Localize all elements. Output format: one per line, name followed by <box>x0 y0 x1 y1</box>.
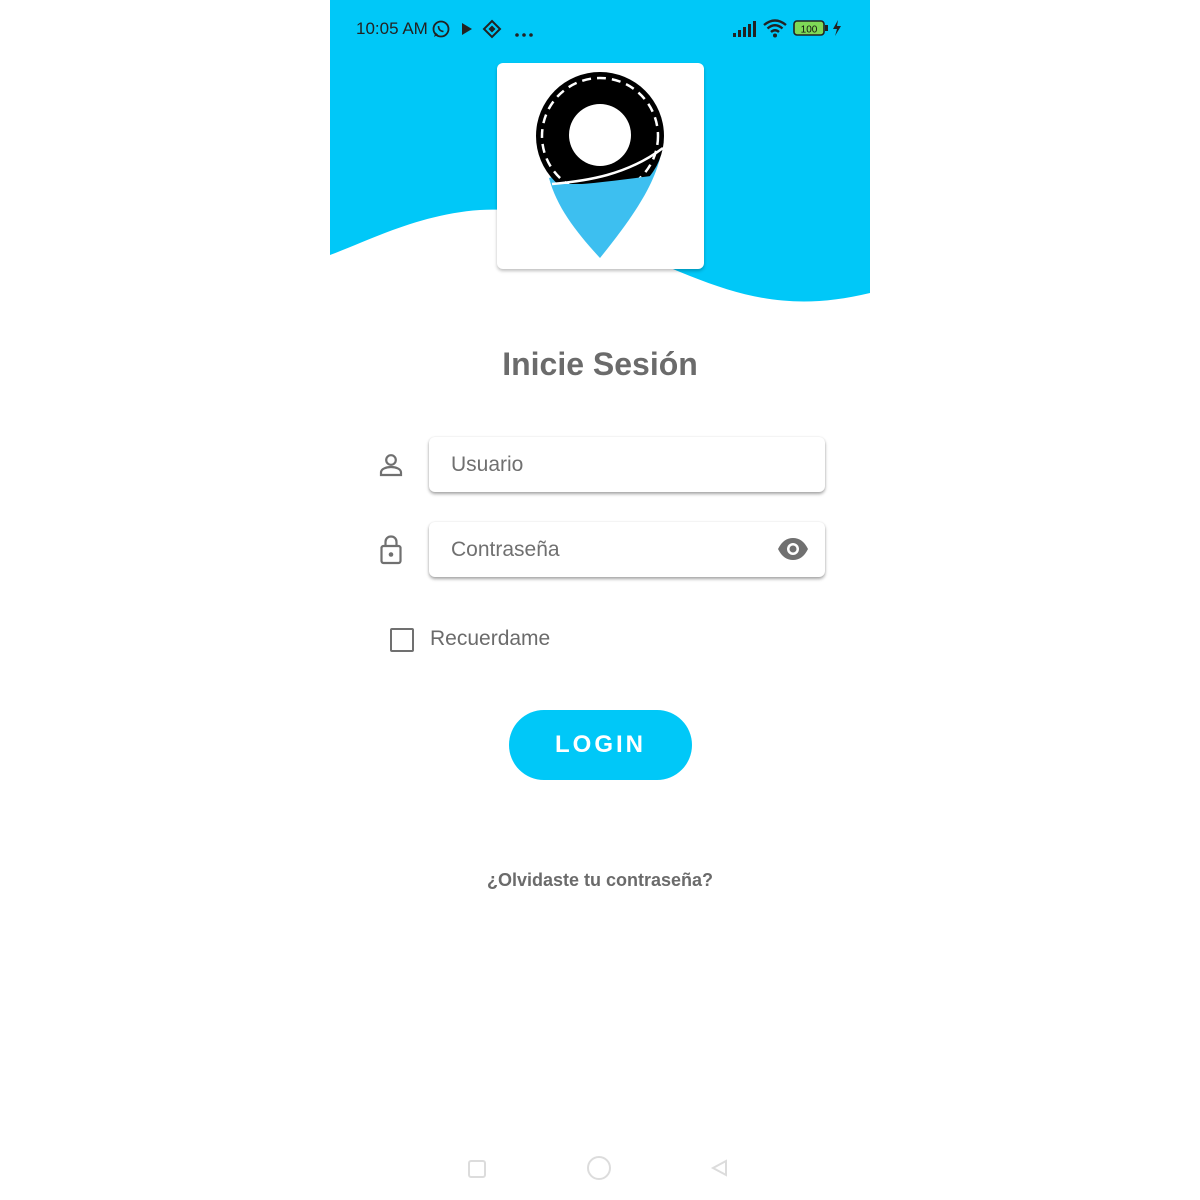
back-icon[interactable] <box>710 1159 728 1182</box>
status-bar: 10:05 AM 100 <box>330 0 870 56</box>
page-title: Inicie Sesión <box>502 346 698 382</box>
person-icon <box>376 450 406 480</box>
username-input[interactable] <box>451 437 771 492</box>
system-nav-bar <box>330 1140 870 1200</box>
status-time: 10:05 AM <box>356 19 428 38</box>
show-password-eye-icon[interactable] <box>777 536 809 562</box>
binance-icon <box>482 19 502 44</box>
remember-checkbox[interactable] <box>390 628 414 652</box>
forgot-password-link[interactable]: ¿Olvidaste tu contraseña? <box>330 870 870 891</box>
svg-text:100: 100 <box>801 25 818 36</box>
login-screen: 10:05 AM 100 Inicie Sesión Usuario Recue… <box>330 0 870 1200</box>
password-field[interactable] <box>429 522 825 577</box>
home-icon[interactable] <box>586 1155 612 1186</box>
app-logo <box>497 63 704 269</box>
recents-icon[interactable] <box>468 1160 486 1183</box>
lock-icon <box>376 533 406 565</box>
more-icon <box>514 25 534 43</box>
play-icon <box>461 22 473 41</box>
login-button[interactable]: LOGIN <box>509 710 692 780</box>
map-pin-logo-icon <box>536 72 664 258</box>
username-field[interactable] <box>429 437 825 492</box>
remember-label: Recuerdame <box>430 627 551 650</box>
charging-icon <box>832 20 842 41</box>
password-input[interactable] <box>451 522 771 577</box>
whatsapp-icon <box>431 19 451 44</box>
wifi-icon <box>763 18 787 43</box>
battery-icon: 100 <box>793 20 829 41</box>
signal-icon <box>733 21 757 42</box>
